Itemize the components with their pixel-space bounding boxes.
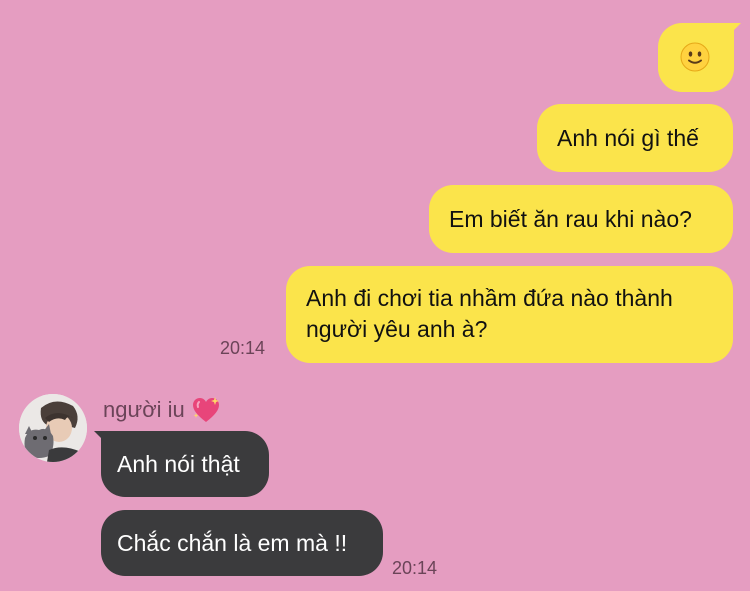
message-text: Anh nói thật [117,451,240,477]
outgoing-emoji-message[interactable] [658,23,741,92]
slightly-smiling-face-icon [680,42,710,72]
avatar-photo [19,394,87,462]
message-text: Anh đi chơi tia nhầm đứa nào thành người… [306,285,673,342]
incoming-message[interactable]: Anh nói thật [94,431,269,497]
message-timestamp: 20:14 [220,338,266,358]
avatar[interactable] [19,394,87,462]
sender-name: người iu [103,397,185,422]
message-text: Anh nói gì thế [557,125,699,151]
message-timestamp: 20:14 [392,558,438,578]
outgoing-message[interactable]: Em biết ăn rau khi nào? [429,185,733,253]
outgoing-message[interactable]: Anh đi chơi tia nhầm đứa nào thành người… [286,266,733,363]
sender-name-row: người iu [103,395,221,425]
outgoing-message[interactable]: Anh nói gì thế [537,104,733,172]
message-text: Em biết ăn rau khi nào? [449,206,692,232]
message-text: Chắc chắn là em mà !! [117,530,348,556]
sparkling-heart-icon [192,397,219,422]
incoming-message[interactable]: Chắc chắn là em mà !! [101,510,383,576]
